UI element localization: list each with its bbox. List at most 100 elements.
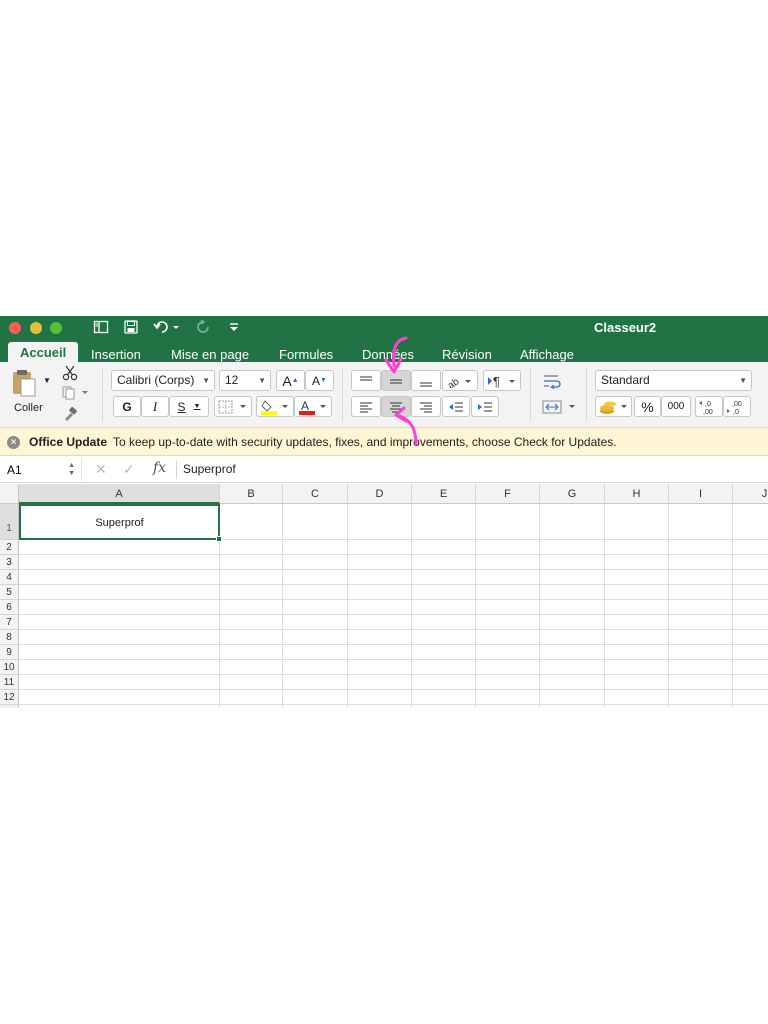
group-separator (530, 368, 531, 422)
svg-text:,00: ,00 (703, 409, 713, 415)
row-header-12[interactable]: 12 (0, 690, 19, 705)
paste-options-chevron-down-icon[interactable]: ▼ (43, 376, 51, 385)
zoom-window-button[interactable] (50, 322, 62, 334)
chevron-down-icon: ▼ (739, 376, 747, 385)
row-header-8[interactable]: 8 (0, 630, 19, 645)
insert-function-icon[interactable]: fx (153, 460, 166, 476)
format-painter-icon[interactable] (62, 406, 78, 425)
underline-label: S (177, 399, 186, 414)
cancel-entry-icon[interactable]: ✕ (95, 461, 107, 478)
confirm-entry-icon[interactable]: ✓ (123, 461, 135, 478)
gridline (19, 614, 768, 615)
minimize-window-button[interactable] (30, 322, 42, 334)
gridline (19, 599, 768, 600)
gridline (19, 659, 768, 660)
shrink-font-label: A (312, 373, 321, 388)
column-header-c[interactable]: C (283, 484, 348, 504)
row-header-9[interactable]: 9 (0, 645, 19, 660)
update-bar-label: Office Update (29, 435, 108, 449)
cut-icon[interactable] (62, 365, 78, 384)
select-all-corner[interactable] (0, 484, 19, 504)
row-header-10[interactable]: 10 (0, 660, 19, 675)
font-size-value: 12 (225, 373, 239, 387)
group-separator (586, 368, 587, 422)
column-header-g[interactable]: G (540, 484, 605, 504)
column-header-f[interactable]: F (476, 484, 540, 504)
tab-accueil[interactable]: Accueil (8, 342, 79, 364)
wrap-text-icon[interactable] (542, 373, 564, 392)
paragraph-direction-button[interactable]: ¶ (483, 370, 521, 391)
row-header-5[interactable]: 5 (0, 585, 19, 600)
cell-a1[interactable]: Superprof (19, 506, 220, 540)
row-header-11[interactable]: 11 (0, 675, 19, 690)
column-header-b[interactable]: B (220, 484, 283, 504)
redo-icon[interactable] (196, 319, 212, 337)
comma-style-button[interactable]: 000 (661, 396, 691, 417)
gridline (539, 504, 540, 708)
percent-style-button[interactable]: % (634, 396, 661, 417)
close-window-button[interactable] (9, 322, 21, 334)
chevron-down-icon: ▼ (193, 403, 201, 410)
excel-window: Classeur2 Accueil Insertion Mise en page… (0, 316, 768, 708)
row-header-2[interactable]: 2 (0, 540, 19, 555)
shrink-font-button[interactable]: A ▼ (305, 370, 334, 391)
save-icon[interactable] (123, 319, 139, 337)
chevron-down-icon: ▼ (202, 376, 210, 385)
gridline (19, 689, 768, 690)
annotation-arrow-down-icon (384, 336, 408, 374)
row-header-6[interactable]: 6 (0, 600, 19, 615)
group-separator (342, 368, 343, 422)
undo-icon[interactable] (153, 319, 179, 337)
font-size-select[interactable]: 12 ▼ (219, 370, 271, 391)
column-header-d[interactable]: D (348, 484, 412, 504)
fill-color-button[interactable] (256, 396, 294, 417)
row-header-1[interactable]: 1 (0, 504, 19, 540)
align-left-button[interactable] (351, 396, 381, 417)
bold-button[interactable]: G (113, 396, 141, 417)
gridline (19, 644, 768, 645)
svg-text:A: A (301, 399, 309, 413)
annotation-arrow-up-icon (394, 406, 418, 446)
underline-button[interactable]: S ▼ (169, 396, 209, 417)
orientation-button[interactable]: ab (442, 370, 478, 391)
paste-button[interactable] (10, 368, 38, 401)
merge-center-icon[interactable] (542, 400, 578, 417)
align-bottom-button[interactable] (411, 370, 441, 391)
column-header-i[interactable]: I (669, 484, 733, 504)
column-header-h[interactable]: H (605, 484, 669, 504)
gridline (19, 629, 768, 630)
customize-toolbar-icon[interactable] (228, 319, 240, 337)
italic-button[interactable]: I (141, 396, 169, 417)
font-name-select[interactable]: Calibri (Corps) ▼ (111, 370, 215, 391)
row-header-4[interactable]: 4 (0, 570, 19, 585)
number-format-value: Standard (601, 373, 650, 387)
row-header-13[interactable] (0, 705, 19, 708)
number-format-select[interactable]: Standard ▼ (595, 370, 752, 391)
paste-label: Coller (14, 402, 43, 414)
dismiss-close-icon[interactable]: × (7, 436, 20, 449)
sidebar-toggle-icon[interactable] (93, 319, 109, 337)
column-header-j[interactable]: J (733, 484, 768, 504)
column-header-e[interactable]: E (412, 484, 476, 504)
stepper-arrows-icon[interactable]: ▲ ▼ (68, 462, 75, 478)
name-box[interactable]: A1 ▲ ▼ (0, 459, 82, 481)
svg-text:,0: ,0 (705, 401, 711, 408)
borders-button[interactable] (214, 396, 252, 417)
copy-icon[interactable] (62, 386, 88, 403)
decrease-triangle-icon: ▼ (320, 377, 327, 384)
column-header-a[interactable]: A (19, 484, 220, 504)
grow-font-button[interactable]: A ▲ (276, 370, 305, 391)
svg-text:¶: ¶ (493, 374, 500, 388)
row-header-3[interactable]: 3 (0, 555, 19, 570)
gridline (282, 504, 283, 708)
svg-text:,00: ,00 (732, 401, 742, 408)
decrease-indent-button[interactable] (442, 396, 470, 417)
row-header-7[interactable]: 7 (0, 615, 19, 630)
increase-decimal-button[interactable]: ,0,00 (695, 396, 723, 417)
font-color-button[interactable]: A (294, 396, 332, 417)
increase-indent-button[interactable] (471, 396, 499, 417)
formula-input[interactable]: Superprof (183, 462, 236, 476)
gridline (604, 504, 605, 708)
accounting-format-button[interactable] (595, 396, 632, 417)
decrease-decimal-button[interactable]: ,00,0 (723, 396, 751, 417)
